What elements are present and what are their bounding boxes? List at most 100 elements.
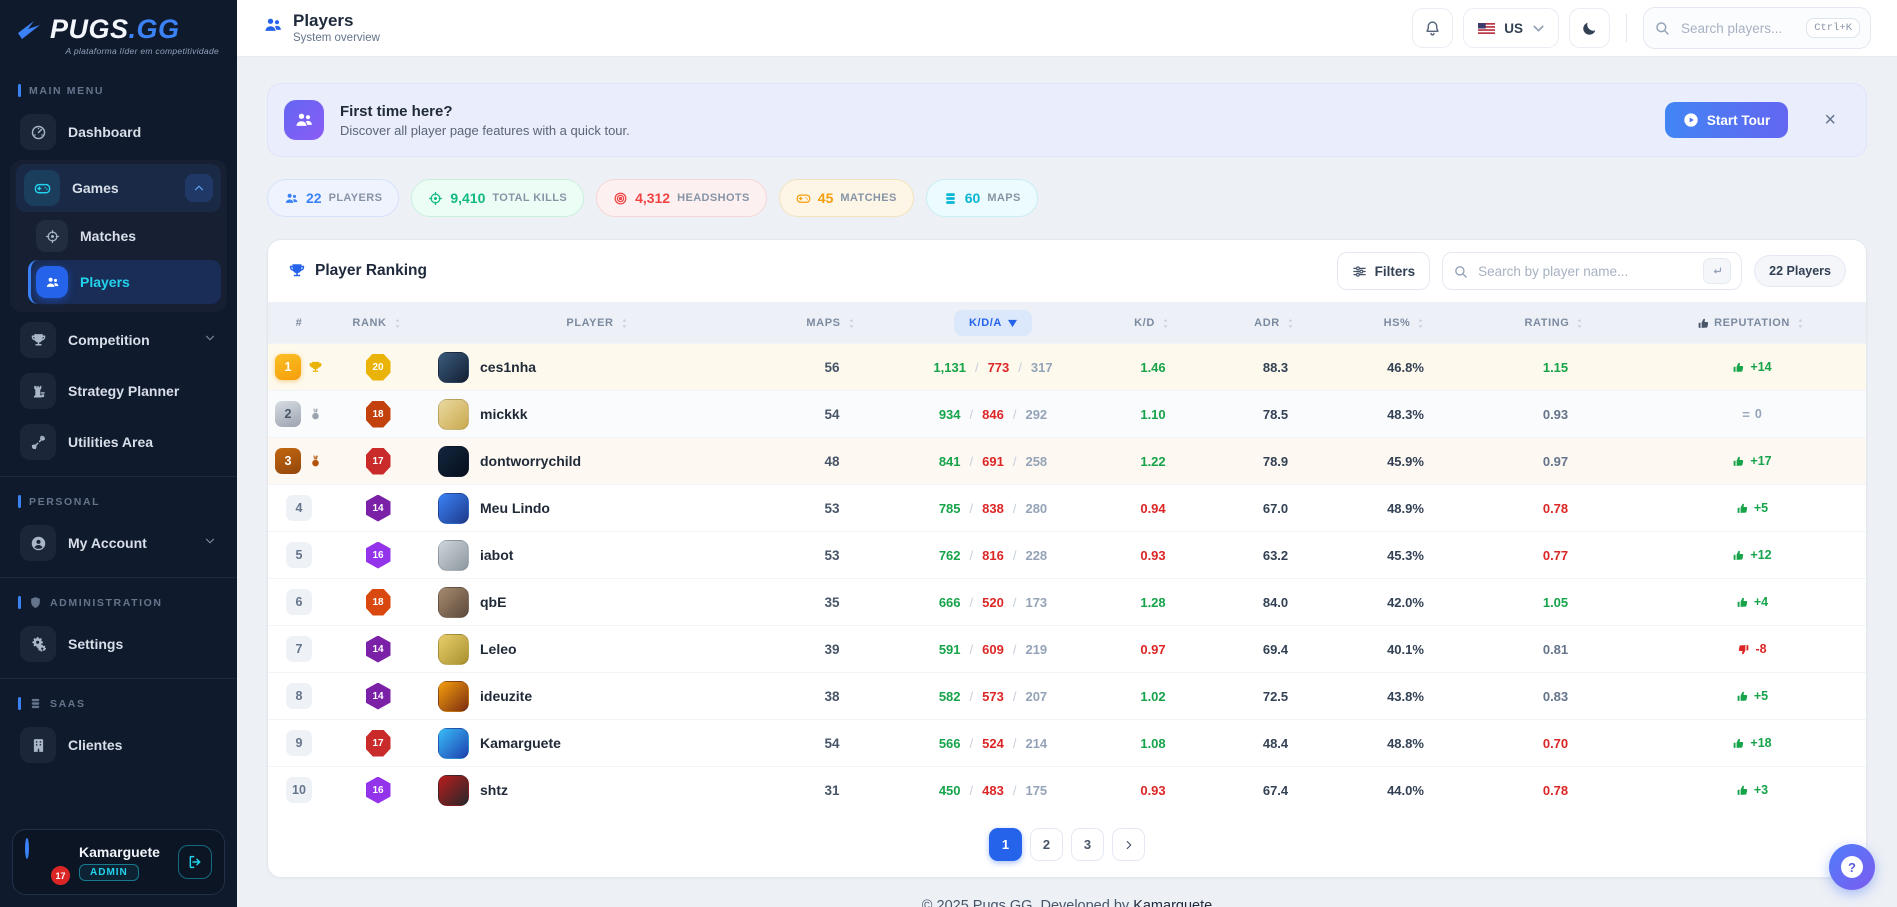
hs-cell: 46.8% [1338, 360, 1473, 375]
sidebar-item-games[interactable]: Games [16, 164, 221, 212]
reputation-cell: +5 [1638, 689, 1866, 703]
kills-value: 1,131 [933, 360, 966, 375]
player-cell[interactable]: Meu Lindo [426, 493, 771, 524]
column-header-player[interactable]: PLAYER [426, 317, 771, 330]
sidebar-item-competition[interactable]: Competition [12, 316, 225, 364]
stat-value: 45 [818, 190, 834, 206]
table-body: 120ces1nha561,131/773/3171.4688.346.8%1.… [268, 343, 1866, 813]
position-cell: 5 [268, 542, 330, 568]
column-header-hs[interactable]: HS% [1338, 317, 1473, 330]
table-row[interactable]: 516iabot53762/816/2280.9363.245.3%0.77+1… [268, 531, 1866, 578]
stat-players[interactable]: 22PLAYERS [267, 179, 399, 217]
help-button[interactable]: ? [1829, 844, 1875, 890]
section-accent-bar [18, 84, 21, 97]
player-cell[interactable]: Leleo [426, 634, 771, 665]
thumb-up-icon [1736, 502, 1749, 515]
player-cell[interactable]: Kamarguete [426, 728, 771, 759]
content: First time here? Discover all player pag… [237, 57, 1897, 907]
rank-cell: 17 [330, 448, 426, 475]
sidebar-item-dashboard[interactable]: Dashboard [12, 108, 225, 156]
rank-level-badge: 17 [366, 730, 391, 757]
kills-value: 841 [939, 454, 961, 469]
player-cell[interactable]: qbE [426, 587, 771, 618]
sidebar-nav: MAIN MENUDashboardGamesMatchesPlayersCom… [0, 68, 237, 817]
section-divider [0, 678, 237, 679]
locale-selector[interactable]: US [1463, 8, 1559, 48]
column-header-maps[interactable]: MAPS [771, 317, 893, 330]
player-cell[interactable]: mickkk [426, 399, 771, 430]
maps-value: 53 [824, 501, 839, 516]
stat-matches[interactable]: 45MATCHES [779, 179, 914, 217]
kda-separator: / [1013, 454, 1017, 469]
adr-cell: 67.0 [1213, 501, 1338, 516]
table-row[interactable]: 917Kamarguete54566/524/2141.0848.448.8%0… [268, 719, 1866, 766]
player-cell[interactable]: dontworrychild [426, 446, 771, 477]
column-header-reputation[interactable]: REPUTATION [1638, 317, 1866, 330]
kda-separator: / [1013, 501, 1017, 516]
column-header-kd[interactable]: K/D [1093, 317, 1213, 330]
stat-total-kills[interactable]: 9,410TOTAL KILLS [411, 179, 584, 217]
kda-separator: / [975, 360, 979, 375]
kda-sort-pill[interactable]: K/D/A [954, 310, 1032, 336]
adr-cell: 88.3 [1213, 360, 1338, 375]
column-header-rating[interactable]: RATING [1473, 317, 1638, 330]
table-row[interactable]: 1016shtz31450/483/1750.9367.444.0%0.78+3 [268, 766, 1866, 813]
position-cell: 6 [268, 589, 330, 615]
stat-headshots[interactable]: 4,312HEADSHOTS [596, 179, 767, 217]
kda-cell: 1,131/773/317 [893, 360, 1093, 375]
search-input[interactable] [1679, 20, 1797, 37]
table-row[interactable]: 414Meu Lindo53785/838/2800.9467.048.9%0.… [268, 484, 1866, 531]
table-row[interactable]: 317dontworrychild48841/691/2581.2278.945… [268, 437, 1866, 484]
player-cell[interactable]: shtz [426, 775, 771, 806]
table-row[interactable]: 618qbE35666/520/1731.2884.042.0%1.05+4 [268, 578, 1866, 625]
filters-button[interactable]: Filters [1337, 252, 1431, 290]
kda-cell: 666/520/173 [893, 595, 1093, 610]
logout-button[interactable] [178, 845, 212, 879]
stat-maps[interactable]: 60MAPS [926, 179, 1038, 217]
table-row[interactable]: 120ces1nha561,131/773/3171.4688.346.8%1.… [268, 343, 1866, 390]
stats-row: 22PLAYERS 9,410TOTAL KILLS 4,312HEADSHOTS 4… [267, 179, 1867, 217]
player-name: Kamarguete [480, 735, 561, 751]
reputation-cell: =0 [1638, 407, 1866, 422]
stat-label: TOTAL KILLS [492, 192, 567, 204]
column-header-kda[interactable]: K/D/A [893, 310, 1093, 336]
hs-cell: 48.8% [1338, 736, 1473, 751]
next-page-button[interactable] [1112, 828, 1145, 861]
chevron-down-icon[interactable] [203, 534, 217, 553]
column-header-adr[interactable]: ADR [1213, 317, 1338, 330]
table-row[interactable]: 218mickkk54934/846/2921.1078.548.3%0.93=… [268, 390, 1866, 437]
rank-level-badge: 18 [366, 589, 391, 616]
global-search: Ctrl+K [1643, 7, 1871, 49]
section-label-text: ADMINISTRATION [50, 597, 163, 609]
maps-value: 39 [824, 642, 839, 657]
sidebar-item-matches[interactable]: Matches [28, 214, 221, 258]
kills-value: 762 [939, 548, 961, 563]
notifications-button[interactable] [1412, 8, 1453, 48]
start-tour-button[interactable]: Start Tour [1665, 102, 1789, 138]
player-cell[interactable]: ideuzite [426, 681, 771, 712]
table-row[interactable]: 814ideuzite38582/573/2071.0272.543.8%0.8… [268, 672, 1866, 719]
player-search-input[interactable] [1476, 263, 1695, 280]
sidebar-item-my-account[interactable]: My Account [12, 519, 225, 567]
page-button-2[interactable]: 2 [1030, 828, 1063, 861]
page-button-1[interactable]: 1 [989, 828, 1022, 861]
sidebar-item-utilities-area[interactable]: Utilities Area [12, 418, 225, 466]
chevron-down-icon[interactable] [203, 331, 217, 350]
player-cell[interactable]: iabot [426, 540, 771, 571]
sidebar-item-clientes[interactable]: Clientes [12, 721, 225, 769]
chevron-up-icon[interactable] [185, 174, 213, 202]
sidebar-item-strategy-planner[interactable]: Strategy Planner [12, 367, 225, 415]
column-header-rank[interactable]: RANK [330, 317, 426, 330]
close-icon[interactable]: × [1818, 109, 1842, 131]
sidebar-item-players[interactable]: Players [28, 260, 221, 304]
adr-cell: 69.4 [1213, 642, 1338, 657]
user-card[interactable]: 17 Kamarguete ADMIN [12, 829, 225, 895]
player-count-badge: 22 Players [1754, 255, 1846, 287]
table-row[interactable]: 714Leleo39591/609/2190.9769.440.1%0.81-8 [268, 625, 1866, 672]
sidebar-item-settings[interactable]: Settings [12, 620, 225, 668]
brand-logo[interactable]: PUGS.GG A plataforma líder em competitiv… [0, 0, 237, 68]
page-button-3[interactable]: 3 [1071, 828, 1104, 861]
player-cell[interactable]: ces1nha [426, 352, 771, 383]
dark-mode-toggle[interactable] [1569, 8, 1610, 48]
developer-link[interactable]: Kamarguete [1133, 898, 1212, 907]
